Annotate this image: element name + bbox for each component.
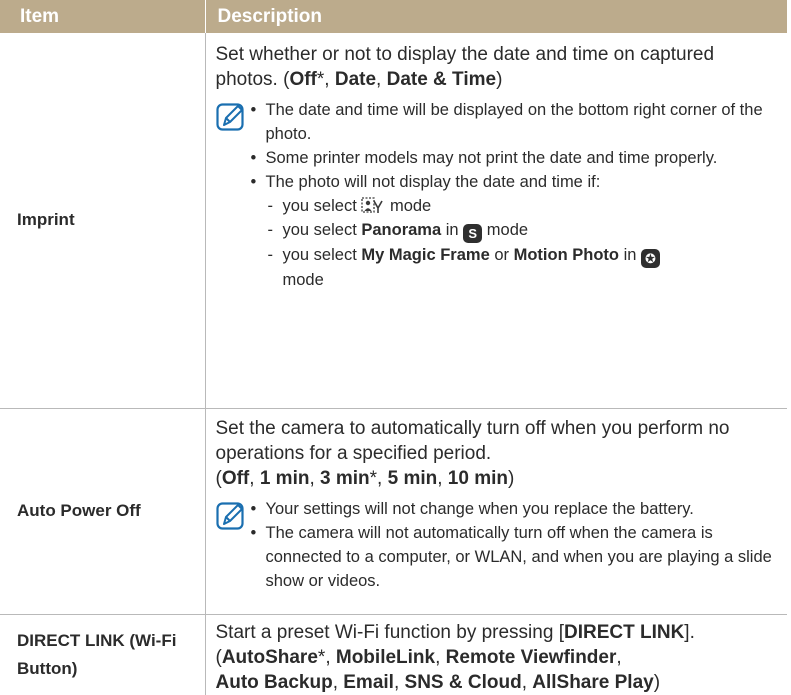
direct-link-intro: Start a preset Wi-Fi function by pressin… [216,615,774,695]
separator: , [435,646,446,668]
option-allshare-play: AllShare Play [532,671,654,693]
option-auto-backup: Auto Backup [215,671,333,693]
sub-text: you select [282,197,362,215]
separator: , [437,467,448,489]
header-description: Description [204,0,787,33]
sub-text: you select [282,246,362,264]
option-off: Off [289,69,317,90]
sub-text: mode [385,197,432,215]
table-row: Auto Power Off Set the camera to automat… [0,407,787,614]
sub-text: or [489,246,514,264]
item-direct-link: DIRECT LINK (Wi-Fi Button) [0,613,205,695]
imprint-note-3-text: The photo will not display the date and … [265,173,601,191]
imprint-note: The date and time will be displayed on t… [215,98,774,292]
separator: , [249,467,260,489]
option-date: Date [334,69,377,90]
auto-power-off-note: Your settings will not change when you r… [215,497,774,593]
motion-photo-label: Motion Photo [513,246,619,264]
description-imprint: Set whether or not to display the date a… [204,33,787,408]
separator: , [332,671,344,693]
list-item: The date and time will be displayed on t… [248,98,774,146]
list-item: you select My Magic Frame or Motion Phot… [266,243,774,292]
option-3-min: 3 min [320,467,370,489]
auto-power-off-intro: Set the camera to automatically turn off… [216,409,774,491]
table-row: DIRECT LINK (Wi-Fi Button) Start a prese… [0,613,787,695]
option-off: Off [221,467,250,489]
separator: , [325,646,336,668]
description-auto-power-off: Set the camera to automatically turn off… [204,407,787,614]
separator: , [393,671,405,693]
list-item: The photo will not display the date and … [248,170,774,292]
option-remote-viewfinder: Remote Viewfinder [445,646,617,668]
separator: , [521,671,533,693]
option-email: Email [343,671,394,693]
table-header-row: Item Description [0,0,787,33]
auto-power-off-note-list: Your settings will not change when you r… [248,497,774,593]
list-item: Some printer models may not print the da… [248,146,774,170]
list-item: The camera will not automatically turn o… [248,521,774,593]
note-pencil-icon [215,501,244,530]
imprint-sub-list: you select mode you select Panorama in S… [266,194,774,292]
option-sns-cloud: SNS & Cloud [404,671,522,693]
panorama-label: Panorama [361,221,442,239]
option-mobilelink: MobileLink [335,646,436,668]
list-item: you select Panorama in S mode [266,218,774,243]
separator: , [377,467,388,489]
paren-close: ) [653,671,661,693]
direct-link-button-label: DIRECT LINK [563,621,685,643]
imprint-note-list: The date and time will be displayed on t… [248,98,774,292]
list-item: Your settings will not change when you r… [248,497,774,521]
separator: , [309,467,321,489]
separator: , [324,69,335,90]
paren-close: ) [496,69,503,90]
description-direct-link: Start a preset Wi-Fi function by pressin… [204,613,787,695]
direct-link-text: Start a preset Wi-Fi function by pressin… [215,621,564,643]
option-date-time: Date & Time [386,69,497,90]
my-magic-frame-label: My Magic Frame [361,246,490,264]
option-10-min: 10 min [447,467,508,489]
option-5-min: 5 min [387,467,438,489]
magic-plus-mode-icon: ✪ [641,249,660,268]
list-item: you select mode [266,194,774,218]
header-item: Item [0,0,205,33]
separator: , [376,69,387,90]
item-auto-power-off: Auto Power Off [0,407,205,614]
item-imprint: Imprint [17,210,75,230]
note-pencil-icon [215,103,244,131]
scene-mode-icon [361,197,384,213]
sub-text: you select [282,221,362,239]
direct-link-text: ]. [684,621,695,643]
table-row: Imprint Set whether or not to display th… [0,33,787,408]
option-1-min: 1 min [259,467,310,489]
option-autoshare: AutoShare [221,646,318,668]
separator: , [616,646,622,668]
smart-mode-icon: S [463,224,483,243]
sub-text: in [618,246,641,264]
auto-power-off-intro-text: Set the camera to automatically turn off… [215,417,730,464]
sub-text: in [441,221,464,239]
settings-table: Item Description Imprint Set whether or … [0,0,787,695]
sub-text: mode [282,271,324,289]
sub-text: mode [482,221,529,239]
imprint-intro: Set whether or not to display the date a… [216,33,774,92]
default-marker: * [369,467,378,489]
paren-close: ) [508,467,515,489]
